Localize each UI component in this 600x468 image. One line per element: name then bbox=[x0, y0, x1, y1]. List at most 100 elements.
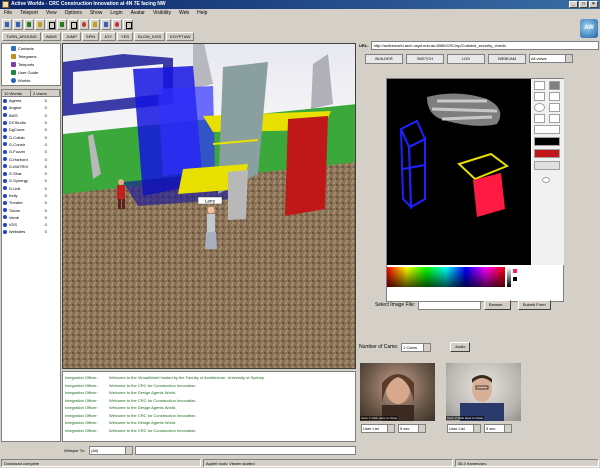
tab-sketch[interactable]: SKETCH bbox=[406, 54, 444, 64]
audio-button[interactable]: Audio bbox=[450, 342, 471, 352]
rect-tool[interactable] bbox=[549, 92, 560, 101]
world-list-row[interactable]: G-Synergy 0 bbox=[2, 177, 60, 184]
fill-color-swatch[interactable] bbox=[534, 149, 560, 158]
webcam-1-feed[interactable]: Cam: 1 Click Here to Close bbox=[360, 363, 435, 421]
settings-icon[interactable] bbox=[123, 19, 133, 30]
world-list-row[interactable]: G-Constr 0 bbox=[2, 141, 60, 148]
webcam-2-feed[interactable]: Cam: 2 Click Here to Close bbox=[446, 363, 521, 421]
pencil-tool[interactable] bbox=[534, 81, 545, 90]
users-column-header[interactable]: 2 Users bbox=[31, 90, 60, 96]
world-icon bbox=[3, 208, 7, 213]
menu-options[interactable]: Options bbox=[65, 9, 82, 18]
world-list-row[interactable]: Angkor 0 bbox=[2, 104, 60, 111]
text-tool[interactable] bbox=[534, 114, 545, 123]
menu-file[interactable]: File bbox=[4, 9, 12, 18]
chat-log[interactable]: Integration Officer: Welcome to the Virtu… bbox=[62, 371, 356, 442]
brush-size-tool[interactable] bbox=[534, 125, 560, 134]
nav-teleports[interactable]: Teleports bbox=[2, 60, 60, 68]
forward-icon[interactable] bbox=[13, 19, 23, 30]
menu-web[interactable]: Web bbox=[179, 9, 189, 18]
stroke-color-swatch[interactable] bbox=[534, 137, 560, 146]
camera-icon[interactable] bbox=[68, 19, 78, 30]
world-list-row[interactable]: Agents 0 bbox=[2, 97, 60, 104]
world-list-row[interactable]: DgCome 0 bbox=[2, 126, 60, 133]
ellipse-tool[interactable] bbox=[534, 103, 545, 112]
gesture-egyptian-button[interactable]: EGYPTIAN bbox=[166, 32, 195, 41]
world-list-row[interactable]: G-Unit 0 bbox=[2, 185, 60, 192]
world-list-row[interactable]: G-MATRIX 0 bbox=[2, 163, 60, 170]
world-column-header[interactable]: 10 Worlds bbox=[2, 90, 31, 96]
gesture-jump-button[interactable]: JUMP bbox=[62, 32, 81, 41]
gesture-blow-kiss-button[interactable]: BLOW_KISS bbox=[134, 32, 166, 41]
favorites-icon[interactable] bbox=[90, 19, 100, 30]
world-list-row[interactable]: Websites 0 bbox=[2, 228, 60, 235]
world-list-row[interactable]: Theatre 0 bbox=[2, 199, 60, 206]
submit-form-button[interactable]: Submit Form bbox=[517, 300, 551, 310]
world-list-row[interactable]: DCStudio 0 bbox=[2, 119, 60, 126]
close-button[interactable]: × bbox=[589, 1, 598, 8]
menu-login[interactable]: Login bbox=[110, 9, 122, 18]
world-list-row[interactable]: G-Shar 0 bbox=[2, 170, 60, 177]
tab-log[interactable]: LOG bbox=[447, 54, 485, 64]
world-list-row[interactable]: Tutors 0 bbox=[2, 206, 60, 213]
chat-input[interactable] bbox=[135, 445, 356, 455]
world-list-row[interactable]: AWS 0 bbox=[2, 112, 60, 119]
build-icon[interactable] bbox=[101, 19, 111, 30]
view-icon[interactable] bbox=[46, 19, 56, 30]
image-file-input[interactable] bbox=[418, 300, 482, 310]
line-tool[interactable] bbox=[534, 92, 545, 101]
background-swatch[interactable] bbox=[534, 161, 560, 170]
cams-select[interactable]: 2 Cams bbox=[401, 342, 432, 352]
world-list-row[interactable]: VDS 0 bbox=[2, 221, 60, 228]
undo-icon[interactable] bbox=[542, 177, 550, 183]
whisper-select[interactable]: (All) bbox=[89, 445, 134, 455]
menu-teleport[interactable]: Teleport bbox=[20, 9, 38, 18]
menu-help[interactable]: Help bbox=[197, 9, 207, 18]
browse-button[interactable]: Browse... bbox=[484, 300, 511, 310]
delete-icon[interactable] bbox=[112, 19, 122, 30]
gesture-turn-around-button[interactable]: TURN_AROUND bbox=[2, 32, 41, 41]
cam1-userlist-select[interactable]: User List bbox=[361, 424, 395, 433]
url-field[interactable]: http://activeworld.arch.usyd.edu.au:8080… bbox=[370, 41, 599, 50]
world-list-row[interactable]: Kelly 0 bbox=[2, 192, 60, 199]
gesture-yes-button[interactable]: YES bbox=[117, 32, 134, 41]
world-list-row[interactable]: G-Fuzzin 0 bbox=[2, 148, 60, 155]
cam1-interval-select[interactable]: 5 sec bbox=[398, 424, 426, 433]
cam2-interval-select[interactable]: 5 sec bbox=[484, 424, 512, 433]
home-icon[interactable] bbox=[24, 19, 34, 30]
tab-webcam[interactable]: WEBCAM bbox=[488, 54, 526, 64]
minimize-button[interactable]: _ bbox=[569, 1, 578, 8]
fill-tool[interactable] bbox=[549, 81, 560, 90]
cam2-userlist-select[interactable]: User List bbox=[447, 424, 481, 433]
gesture-joy-button[interactable]: JOY bbox=[100, 32, 117, 41]
gesture-wave-button[interactable]: WAVE bbox=[41, 32, 62, 41]
move-tool[interactable] bbox=[549, 114, 560, 123]
stop-icon[interactable] bbox=[79, 19, 89, 30]
nav-worlds[interactable]: Worlds bbox=[2, 76, 60, 84]
nav-user-guide[interactable]: User Guide bbox=[2, 68, 60, 76]
tab-builder[interactable]: BUILDER bbox=[365, 54, 403, 64]
menu-visibility[interactable]: Visibility bbox=[153, 9, 171, 18]
fly-icon[interactable] bbox=[35, 19, 45, 30]
webcam-1-caption[interactable]: Cam: 1 Click Here to Close bbox=[360, 416, 399, 420]
nav-telegrams[interactable]: Telegrams bbox=[2, 52, 60, 60]
nav-contacts[interactable]: Contacts bbox=[2, 44, 60, 52]
world-list-row[interactable]: Vamb 0 bbox=[2, 214, 60, 221]
sketch-canvas[interactable] bbox=[387, 79, 531, 265]
menu-view[interactable]: View bbox=[46, 9, 57, 18]
walk-icon[interactable] bbox=[57, 19, 67, 30]
world-list-row[interactable]: G-Collab 0 bbox=[2, 133, 60, 140]
back-icon[interactable] bbox=[2, 19, 12, 30]
main-toolbar bbox=[2, 19, 133, 31]
maximize-button[interactable]: □ bbox=[579, 1, 588, 8]
eraser-tool[interactable] bbox=[549, 103, 560, 112]
grayscale-palette[interactable] bbox=[507, 267, 511, 287]
color-palette[interactable] bbox=[387, 267, 505, 287]
3d-world-viewport[interactable]: Larry bbox=[62, 43, 356, 369]
gesture-spin-button[interactable]: SPIN bbox=[81, 32, 100, 41]
menu-show[interactable]: Show bbox=[90, 9, 103, 18]
view-select[interactable]: All views bbox=[529, 54, 573, 63]
menu-avatar[interactable]: Avatar bbox=[131, 9, 145, 18]
world-list-row[interactable]: G-Harbord 0 bbox=[2, 155, 60, 162]
webcam-2-caption[interactable]: Cam: 2 Click Here to Close bbox=[446, 416, 485, 420]
